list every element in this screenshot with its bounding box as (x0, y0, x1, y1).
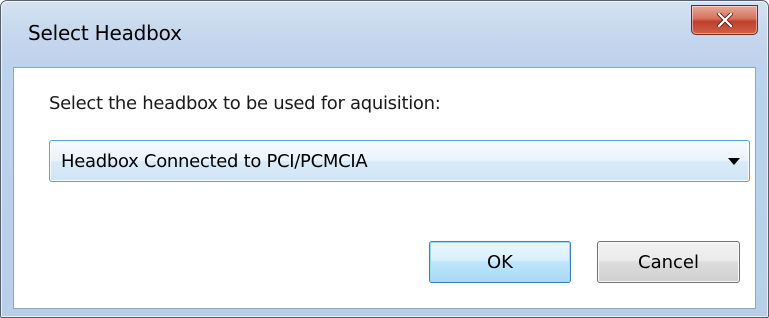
dialog-content: Select the headbox to be used for aquisi… (13, 67, 756, 309)
chevron-down-icon[interactable] (727, 157, 741, 166)
headbox-select[interactable]: Headbox Connected to PCI/PCMCIA (49, 140, 750, 182)
cancel-button[interactable]: Cancel (597, 241, 740, 283)
dialog-window: Select Headbox Select the headbox to be … (0, 0, 769, 318)
close-button[interactable] (691, 5, 758, 35)
title-bar[interactable]: Select Headbox (1, 1, 768, 65)
ok-button[interactable]: OK (429, 241, 571, 283)
dialog-title: Select Headbox (28, 21, 182, 45)
headbox-prompt-label: Select the headbox to be used for aquisi… (49, 93, 441, 114)
close-x-icon (716, 13, 733, 27)
headbox-select-value: Headbox Connected to PCI/PCMCIA (61, 151, 368, 172)
